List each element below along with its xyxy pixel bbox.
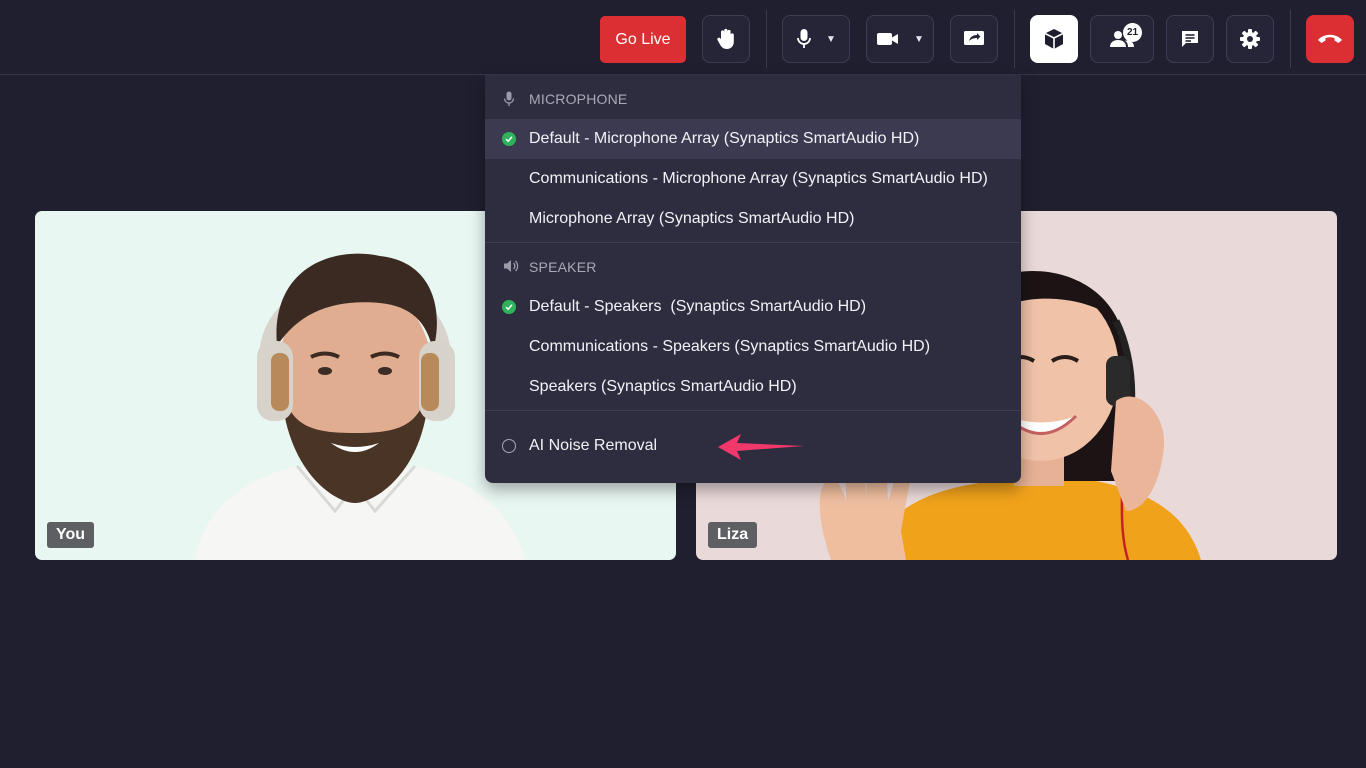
- screen-share-button[interactable]: [950, 15, 998, 63]
- camera-icon: [876, 31, 900, 47]
- speaker-section-title: SPEAKER: [529, 259, 597, 275]
- radio-off-icon: [502, 439, 516, 453]
- speaker-option[interactable]: Default - Speakers (Synaptics SmartAudio…: [485, 287, 1021, 327]
- participant-name-label: You: [47, 522, 95, 548]
- microphone-option-label: Default - Microphone Array (Synaptics Sm…: [529, 130, 920, 147]
- end-call-icon: [1317, 33, 1343, 45]
- speaker-option[interactable]: Speakers (Synaptics SmartAudio HD): [485, 367, 1021, 407]
- menu-divider: [485, 410, 1021, 411]
- microphone-dropdown-button[interactable]: ▼: [782, 15, 850, 63]
- microphone-section-header: MICROPHONE: [485, 75, 1021, 123]
- microphone-icon: [796, 28, 812, 50]
- box-icon: [1043, 28, 1065, 50]
- chat-icon: [1180, 29, 1200, 49]
- microphone-option[interactable]: Default - Microphone Array (Synaptics Sm…: [485, 119, 1021, 159]
- toolbar-divider: [1014, 10, 1015, 68]
- check-icon: [502, 132, 516, 146]
- audio-device-menu: MICROPHONE Default - Microphone Array (S…: [485, 75, 1021, 483]
- go-live-label: Go Live: [615, 30, 671, 48]
- annotation-arrow-icon: [718, 434, 804, 460]
- speaker-option-label: Default - Speakers (Synaptics SmartAudio…: [529, 298, 867, 315]
- check-icon: [502, 300, 516, 314]
- raise-hand-button[interactable]: [702, 15, 750, 63]
- microphone-option[interactable]: Communications - Microphone Array (Synap…: [485, 159, 1021, 199]
- toolbar-divider: [1290, 10, 1291, 68]
- speaker-option-label: Communications - Speakers (Synaptics Sma…: [529, 338, 931, 355]
- speaker-option-label: Speakers (Synaptics SmartAudio HD): [529, 378, 797, 395]
- go-live-button[interactable]: Go Live: [600, 16, 686, 63]
- ai-noise-removal-label: AI Noise Removal: [529, 437, 658, 454]
- raise-hand-icon: [715, 27, 737, 51]
- speaker-section-header: SPEAKER: [485, 243, 1021, 291]
- chat-button[interactable]: [1166, 15, 1214, 63]
- microphone-option[interactable]: Microphone Array (Synaptics SmartAudio H…: [485, 199, 1021, 239]
- chevron-down-icon: ▼: [914, 33, 924, 45]
- box-button[interactable]: [1030, 15, 1078, 63]
- microphone-option-label: Communications - Microphone Array (Synap…: [529, 170, 988, 187]
- screen-share-icon: [963, 29, 985, 49]
- settings-button[interactable]: [1226, 15, 1274, 63]
- participants-count-badge: 21: [1123, 23, 1142, 42]
- participant-name-label: Liza: [708, 522, 758, 548]
- gear-icon: [1239, 28, 1261, 50]
- end-call-button[interactable]: [1306, 15, 1354, 63]
- chevron-down-icon: ▼: [826, 33, 836, 45]
- microphone-icon: [503, 91, 515, 110]
- participants-button[interactable]: 21: [1090, 15, 1154, 63]
- speaker-icon: [503, 259, 519, 276]
- toolbar-divider: [766, 10, 767, 68]
- camera-dropdown-button[interactable]: ▼: [866, 15, 934, 63]
- microphone-option-label: Microphone Array (Synaptics SmartAudio H…: [529, 210, 855, 227]
- top-toolbar: Go Live ▼ ▼ 21: [0, 0, 1366, 75]
- microphone-section-title: MICROPHONE: [529, 91, 628, 107]
- speaker-option[interactable]: Communications - Speakers (Synaptics Sma…: [485, 327, 1021, 367]
